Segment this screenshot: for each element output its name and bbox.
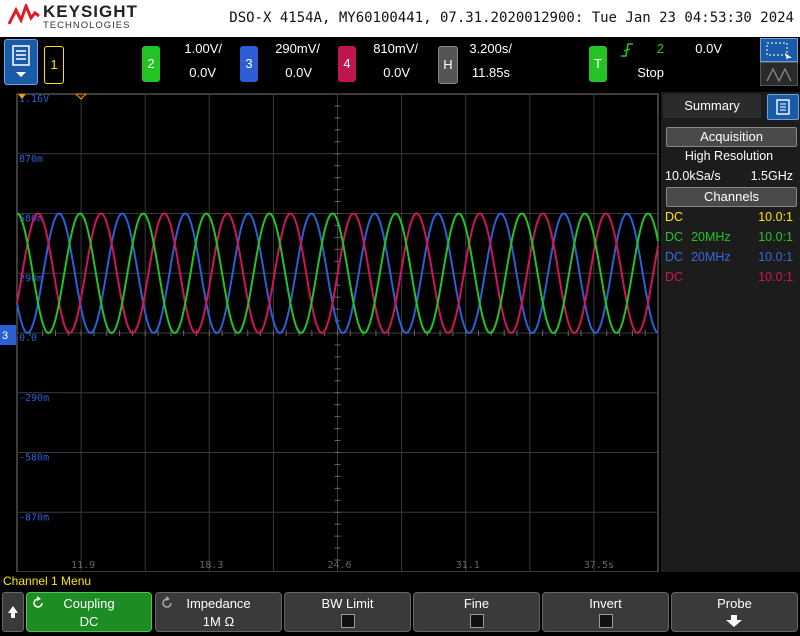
trigger-chip[interactable]: T bbox=[589, 46, 607, 82]
channel-coupling: DC bbox=[665, 250, 684, 264]
probe-label: Probe bbox=[717, 596, 752, 611]
acquisition-mode: High Resolution bbox=[684, 149, 774, 163]
zoom-box-icon bbox=[766, 42, 792, 60]
main-menu-button[interactable] bbox=[4, 39, 38, 85]
trigger-source: 2 bbox=[656, 41, 664, 56]
summary-panel: Summary Acquisition High Resolution 10.0… bbox=[661, 92, 800, 572]
channel-probe-ratio: 10.0:1 bbox=[758, 210, 793, 224]
channel-4-offset: 0.0V bbox=[383, 65, 410, 80]
channel-summary-row: DC 10.0:1 bbox=[665, 210, 793, 224]
channel-2-scale: 1.00V/ bbox=[184, 41, 222, 56]
y-axis-label: -870m bbox=[19, 512, 49, 523]
summary-tab[interactable]: Summary bbox=[663, 94, 761, 118]
channel-1-number: 1 bbox=[50, 57, 58, 72]
impedance-value: 1M Ω bbox=[202, 614, 235, 629]
channel-bw-limit: 20MHz bbox=[691, 230, 731, 244]
impedance-label: Impedance bbox=[186, 596, 251, 611]
channel-2-number: 2 bbox=[147, 56, 155, 71]
waveform-grid: 1.16V870m580m290m0.0-290m-580m-870m11.9 1… bbox=[0, 93, 659, 573]
instrument-title: DSO-X 4154A, MY60100441, 07.31.202001290… bbox=[229, 10, 794, 26]
bw-limit-checkbox[interactable] bbox=[340, 614, 355, 628]
x-axis-label: 31.1 bbox=[456, 560, 480, 571]
channels-header: Channels bbox=[666, 187, 797, 207]
fine-checkbox[interactable] bbox=[469, 614, 484, 628]
channel-3-offset: 0.0V bbox=[285, 65, 312, 80]
y-axis-label: 0.0 bbox=[19, 333, 37, 344]
channel-3-chip[interactable]: 3 bbox=[240, 46, 258, 82]
channel-4-number: 4 bbox=[343, 56, 351, 71]
y-axis-label: 870m bbox=[19, 154, 43, 165]
bw-limit-softkey[interactable]: BW Limit bbox=[284, 592, 411, 632]
brand-name: KEYSIGHT bbox=[43, 2, 138, 21]
bandwidth-value: 1.5GHz bbox=[750, 169, 793, 183]
coupling-softkey[interactable]: Coupling DC bbox=[26, 592, 152, 632]
channel-1-chip[interactable]: 1 bbox=[44, 46, 64, 84]
horizontal-scale: 3.200s/ bbox=[469, 41, 512, 56]
arrow-up-icon bbox=[8, 606, 18, 618]
channel-3-scale: 290mV/ bbox=[275, 41, 320, 56]
trigger-level: 0.0V bbox=[695, 41, 722, 56]
list-icon bbox=[776, 99, 790, 115]
acquisition-state: Stop bbox=[637, 65, 664, 80]
bw-limit-label: BW Limit bbox=[321, 596, 374, 611]
channel-summary-row: DC 20MHz 10.0:1 bbox=[665, 230, 793, 244]
waveform-measure-icon bbox=[766, 67, 792, 83]
invert-checkbox[interactable] bbox=[598, 614, 613, 628]
channel-summary-row: DC 10.0:1 bbox=[665, 270, 793, 284]
keysight-logo-icon bbox=[8, 4, 40, 25]
channel-4-chip[interactable]: 4 bbox=[338, 46, 356, 82]
channel-2-offset: 0.0V bbox=[189, 65, 216, 80]
channel-4-scale: 810mV/ bbox=[373, 41, 418, 56]
fine-label: Fine bbox=[463, 596, 490, 611]
panel-menu-button[interactable] bbox=[767, 94, 799, 120]
channel-summary-row: DC 20MHz 10.0:1 bbox=[665, 250, 793, 264]
trigger-label: T bbox=[594, 56, 602, 71]
back-button[interactable] bbox=[2, 592, 24, 632]
menu-icon bbox=[12, 45, 30, 77]
invert-softkey[interactable]: Invert bbox=[542, 592, 669, 632]
channel-probe-ratio: 10.0:1 bbox=[758, 270, 793, 284]
rising-edge-icon bbox=[621, 43, 633, 57]
x-axis-label: 11.9 bbox=[71, 560, 95, 571]
channel-probe-ratio: 10.0:1 bbox=[758, 250, 793, 264]
x-axis-label: 18.3 bbox=[199, 560, 223, 571]
ground-marker-label: 3 bbox=[2, 330, 8, 342]
fine-softkey[interactable]: Fine bbox=[413, 592, 540, 632]
channel-status-bar: 1 2 1.00V/ 0.0V 3 290mV/ 0.0V 4 810mV/ 0… bbox=[0, 37, 800, 92]
channel-coupling: DC bbox=[665, 210, 684, 224]
measure-button[interactable] bbox=[760, 62, 798, 86]
channel-coupling: DC bbox=[665, 270, 684, 284]
coupling-label: Coupling bbox=[63, 596, 115, 611]
channel-probe-ratio: 10.0:1 bbox=[758, 230, 793, 244]
channel-coupling: DC bbox=[665, 230, 684, 244]
y-axis-label: -580m bbox=[19, 453, 49, 464]
title-bar: KEYSIGHT TECHNOLOGIES DSO-X 4154A, MY601… bbox=[0, 0, 800, 37]
horizontal-label: H bbox=[443, 57, 453, 72]
zoom-select-button[interactable] bbox=[760, 38, 798, 62]
coupling-value: DC bbox=[79, 614, 99, 629]
horizontal-chip[interactable]: H bbox=[438, 46, 458, 84]
x-axis-label: 37.5s bbox=[584, 560, 614, 571]
channel-2-chip[interactable]: 2 bbox=[142, 46, 160, 82]
x-axis-label: 24.6 bbox=[328, 560, 352, 571]
invert-label: Invert bbox=[589, 596, 622, 611]
brand-subtitle: TECHNOLOGIES bbox=[43, 20, 131, 31]
waveform-display[interactable]: 1.16V 870m 580m 290m 0.0 -290m -580m -870m 11.9 1… bbox=[0, 92, 660, 573]
submenu-arrow-icon bbox=[726, 615, 742, 627]
acquisition-header: Acquisition bbox=[666, 127, 797, 147]
menu-title: Channel 1 Menu bbox=[3, 574, 92, 588]
channel-bw-limit: 20MHz bbox=[691, 250, 731, 264]
probe-softkey[interactable]: Probe bbox=[671, 592, 798, 632]
impedance-softkey[interactable]: Impedance 1M Ω bbox=[155, 592, 282, 632]
summary-tab-label: Summary bbox=[684, 98, 740, 113]
channel-3-number: 3 bbox=[245, 56, 253, 71]
y-axis-label: -290m bbox=[19, 393, 49, 404]
horizontal-delay: 11.85s bbox=[471, 65, 510, 80]
